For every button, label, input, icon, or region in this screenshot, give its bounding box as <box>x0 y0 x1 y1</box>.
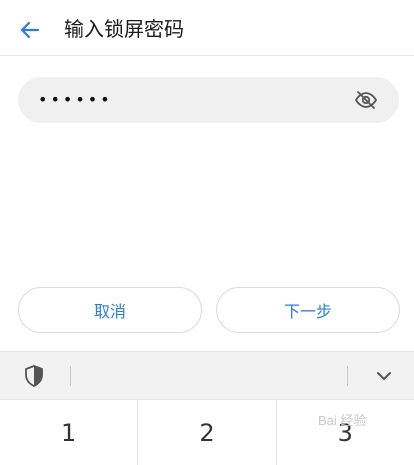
page-title: 输入锁屏密码 <box>64 17 184 41</box>
key-1[interactable]: 1 <box>0 400 139 465</box>
shield-icon <box>25 365 43 387</box>
password-field[interactable]: •••••• <box>18 77 399 123</box>
eye-off-icon <box>354 91 378 109</box>
next-button[interactable]: 下一步 <box>216 287 400 333</box>
toolbar-divider <box>347 366 348 386</box>
content-area: •••••• 取消 下一步 <box>0 56 414 351</box>
toolbar-divider <box>70 366 71 386</box>
arrow-left-icon <box>20 21 40 39</box>
password-value: •••••• <box>38 90 113 109</box>
keyboard-toolbar <box>0 351 414 399</box>
visibility-toggle[interactable] <box>353 87 379 113</box>
number-keypad: 1 2 3 <box>0 399 414 465</box>
app-header: 输入锁屏密码 <box>0 0 414 56</box>
chevron-down-icon[interactable] <box>372 364 396 388</box>
back-button[interactable] <box>14 14 46 46</box>
key-2[interactable]: 2 <box>138 400 277 465</box>
cancel-button[interactable]: 取消 <box>18 287 202 333</box>
key-3[interactable]: 3 <box>277 400 414 465</box>
